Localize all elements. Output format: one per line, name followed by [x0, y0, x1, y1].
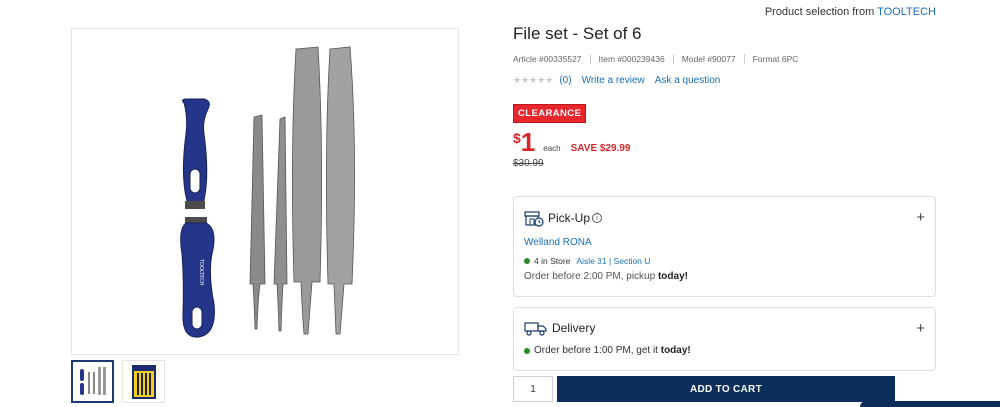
delivery-card: Delivery + Order before 1:00 PM, get it …	[513, 307, 936, 371]
thumbnail-2[interactable]	[122, 360, 165, 403]
article-number: Article #00335527	[513, 54, 582, 64]
savings-amount: SAVE $29.99	[570, 143, 631, 154]
brand-link[interactable]: TOOLTECH	[877, 6, 936, 18]
pickup-header[interactable]: Pick-Up i	[524, 209, 603, 227]
add-to-cart-button[interactable]: ADD TO CART	[557, 376, 895, 402]
delivery-order-note: Order before 1:00 PM, get it today!	[524, 345, 691, 356]
currency-symbol: $	[513, 130, 521, 146]
store-pickup-icon	[524, 211, 544, 227]
ask-question-link[interactable]: Ask a question	[655, 75, 721, 86]
rating-row: ★★★★★ (0) Write a review Ask a question	[513, 75, 936, 86]
model-number: Model #90077	[672, 54, 744, 64]
delivery-header[interactable]: Delivery	[524, 320, 595, 336]
delivery-order-text: Order before 1:00 PM, get it	[534, 345, 658, 356]
info-icon[interactable]: i	[592, 213, 603, 223]
delivery-truck-icon	[524, 322, 547, 336]
price-row: $ 1 each SAVE $29.99	[513, 129, 936, 155]
pickup-order-note: Order before 2:00 PM, pickup today!	[524, 271, 688, 282]
write-review-link[interactable]: Write a review	[582, 75, 645, 86]
file-large-1	[292, 46, 322, 335]
thumbnail-package-icon	[131, 364, 156, 399]
product-title: File set - Set of 6	[513, 24, 642, 43]
review-count-link[interactable]: (0)	[559, 75, 571, 86]
store-name-link[interactable]: Welland RONA	[524, 237, 592, 248]
pickup-label: Pick-Up	[548, 211, 591, 225]
handle-top	[182, 98, 210, 209]
price-unit: each	[543, 144, 561, 153]
quantity-input[interactable]: 1	[513, 376, 553, 402]
stock-count: 4 in Store	[534, 256, 571, 266]
file-large-2	[326, 46, 355, 335]
rating-stars: ★★★★★	[513, 75, 554, 85]
product-source: Product selection from TOOLTECH	[765, 6, 936, 18]
price-amount: 1	[520, 127, 536, 157]
file-small-2	[273, 116, 288, 332]
clearance-badge: CLEARANCE	[513, 104, 587, 123]
thumbnail-1[interactable]	[71, 360, 114, 403]
product-info: File set - Set of 6 Article #00335527 It…	[513, 24, 936, 169]
pickup-card: Pick-Up i + Welland RONA 4 in Store Aisl…	[513, 196, 936, 297]
svg-text:TOOLTECH: TOOLTECH	[198, 258, 204, 286]
product-identifiers: Article #00335527 Item #000239436 Model …	[513, 54, 936, 64]
in-stock-dot-icon	[524, 258, 530, 264]
thumbnail-files-icon	[79, 366, 106, 395]
main-product-image[interactable]: TOOLTECH	[71, 28, 459, 355]
delivery-order-today: today!	[660, 345, 691, 356]
source-prefix: Product selection from	[764, 6, 875, 18]
thumbnail-strip	[71, 360, 165, 403]
delivery-label: Delivery	[552, 321, 596, 335]
item-number: Item #000239436	[589, 54, 673, 64]
expand-delivery-icon[interactable]: +	[916, 320, 925, 337]
file-set-image: TOOLTECH	[180, 46, 355, 338]
delivery-available-dot-icon	[524, 347, 530, 354]
expand-pickup-icon[interactable]: +	[916, 209, 925, 226]
pickup-order-text: Order before 2:00 PM, pickup	[524, 271, 656, 282]
handle-bottom: TOOLTECH	[180, 217, 215, 338]
original-price: $30.99	[513, 158, 544, 169]
aisle-location-link[interactable]: Aisle 31 | Section U	[576, 256, 650, 266]
file-small-1	[249, 114, 266, 330]
pickup-order-today: today!	[657, 271, 688, 282]
floating-widget-edge[interactable]	[860, 401, 1000, 407]
format: Format 6PC	[743, 54, 807, 64]
stock-status: 4 in Store Aisle 31 | Section U	[524, 256, 650, 266]
